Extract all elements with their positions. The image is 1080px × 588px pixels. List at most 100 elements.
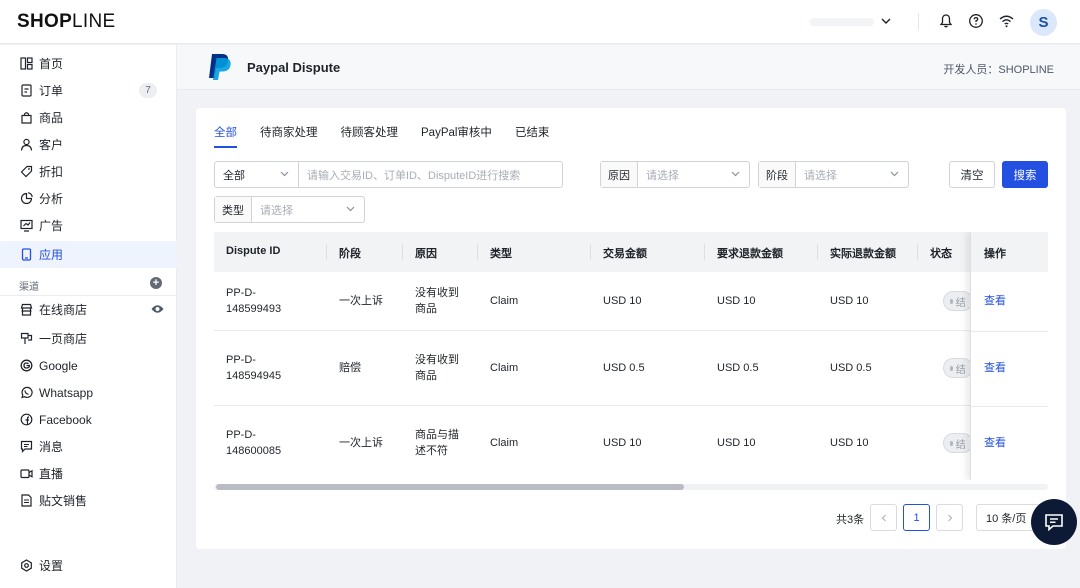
sidebar-item-messages[interactable]: 消息	[0, 433, 177, 460]
status-badge: 已结束	[943, 358, 973, 378]
sidebar-item-products[interactable]: 商品	[0, 104, 177, 131]
chevron-right-icon	[947, 514, 952, 521]
store-icon	[19, 303, 33, 317]
sidebar-item-label: 订单	[39, 84, 64, 98]
reason-select[interactable]: 原因 请选择	[600, 161, 750, 188]
reason-cell: 没有收到 商品	[415, 285, 459, 317]
chevron-down-icon	[730, 168, 741, 182]
search-input[interactable]: 请输入交易ID、订单ID、DisputeID进行搜索	[298, 161, 563, 188]
eye-icon[interactable]	[151, 303, 164, 317]
sidebar-item-customers[interactable]: 客户	[0, 131, 177, 158]
top-bar: SHOPLINE S	[0, 0, 1080, 44]
column-header: 要求退款金额	[717, 248, 783, 260]
sidebar-item-label: 分析	[39, 192, 64, 206]
table-row: PP-D- 148600085 一次上诉 商品与描 述不符 Claim USD 10…	[214, 406, 1048, 480]
tab-closed[interactable]: 已结束	[515, 124, 550, 148]
store-selector[interactable]	[806, 12, 896, 32]
actual-refund-cell: USD 10	[830, 295, 869, 307]
chart-icon	[19, 192, 33, 206]
dispute-id-cell[interactable]: PP-D- 148599493	[226, 285, 281, 317]
sidebar-item-analytics[interactable]: 分析	[0, 185, 177, 212]
clear-button[interactable]: 清空	[949, 161, 995, 188]
sidebar-item-whatsapp[interactable]: Whatsapp	[0, 379, 177, 406]
dispute-id-cell[interactable]: PP-D- 148600085	[226, 427, 281, 459]
sidebar-item-label: Whatsapp	[39, 385, 94, 400]
view-link[interactable]: 查看	[984, 435, 1006, 451]
reason-part: 商品	[415, 303, 437, 315]
sidebar-item-online-store[interactable]: 在线商店	[0, 296, 177, 323]
column-header: 原因	[415, 248, 437, 260]
requested-refund-cell: USD 10	[717, 295, 756, 307]
type-placeholder: 请选择	[260, 204, 293, 217]
actual-refund-cell: USD 0.5	[830, 362, 872, 374]
sidebar: 首页 订单 7 商品 客户 折扣 分析 广告 应用 渠道 + 在线商店 一页商店	[0, 45, 177, 588]
prev-page-button[interactable]	[870, 504, 897, 531]
sidebar-item-post-sales[interactable]: 贴文销售	[0, 487, 177, 514]
status-tabs: 全部 待商家处理 待顾客处理 PayPal审核中 已结束	[214, 124, 572, 148]
dispute-table: Dispute ID 阶段 原因 类型 交易金额 要求退款金额 实际退款金额 状…	[214, 232, 1048, 480]
help-icon[interactable]	[966, 11, 986, 31]
reason-part: 商品	[415, 370, 437, 382]
store-name-placeholder	[810, 18, 874, 26]
amount-cell: USD 0.5	[603, 362, 645, 374]
tab-merchant-pending[interactable]: 待商家处理	[260, 124, 318, 148]
sidebar-item-orders[interactable]: 订单 7	[0, 77, 177, 104]
reason-part: 述不符	[415, 445, 448, 457]
bell-icon[interactable]	[936, 11, 956, 31]
dispute-id-part: 148594945	[226, 370, 282, 382]
sidebar-item-google[interactable]: Google	[0, 352, 177, 379]
developer-label: 开发人员：SHOPLINE	[943, 64, 1054, 76]
sidebar-item-label: 应用	[39, 248, 64, 262]
view-link[interactable]: 查看	[984, 293, 1006, 309]
view-link[interactable]: 查看	[984, 360, 1006, 376]
tab-paypal-review[interactable]: PayPal审核中	[421, 124, 492, 148]
column-divider	[477, 244, 478, 260]
sidebar-item-settings[interactable]: 设置	[0, 552, 177, 579]
sidebar-item-label: 在线商店	[39, 303, 88, 317]
dispute-id-part: 148600085	[226, 445, 282, 457]
column-divider	[326, 244, 327, 260]
dispute-list-card: 全部 待商家处理 待顾客处理 PayPal审核中 已结束 全部 请输入交易ID、…	[196, 108, 1066, 549]
sidebar-item-label: 消息	[39, 440, 64, 454]
dispute-id-cell[interactable]: PP-D- 148594945	[226, 352, 281, 384]
chevron-down-icon	[880, 15, 892, 30]
row-divider	[971, 331, 1048, 332]
shopline-logo[interactable]: SHOPLINE	[17, 11, 116, 33]
stage-select[interactable]: 阶段 请选择	[758, 161, 909, 188]
stage-cell: 赔偿	[339, 362, 361, 374]
sidebar-item-one-page-store[interactable]: 一页商店	[0, 325, 177, 352]
page-number-button[interactable]: 1	[903, 504, 930, 531]
status-badge: 已结束	[943, 291, 973, 311]
reason-label: 原因	[601, 162, 638, 187]
sidebar-item-apps[interactable]: 应用	[0, 241, 177, 268]
sidebar-item-ads[interactable]: 广告	[0, 212, 177, 239]
action-column-header: 操作	[971, 232, 1048, 272]
sidebar-item-home[interactable]: 首页	[0, 50, 177, 77]
channels-title: 渠道	[19, 282, 39, 293]
column-header: Dispute ID	[226, 245, 281, 257]
horizontal-scrollbar[interactable]	[214, 484, 1048, 490]
sidebar-item-label: Google	[39, 358, 78, 373]
tab-all[interactable]: 全部	[214, 124, 237, 148]
fixed-action-column: 操作 查看 查看 查看	[970, 232, 1048, 480]
row-divider	[971, 406, 1048, 407]
sidebar-item-facebook[interactable]: Facebook	[0, 406, 177, 433]
reason-cell: 商品与描 述不符	[415, 427, 459, 459]
sidebar-item-discounts[interactable]: 折扣	[0, 158, 177, 185]
wifi-icon[interactable]	[996, 11, 1016, 31]
avatar[interactable]: S	[1030, 9, 1057, 36]
chat-button[interactable]	[1031, 499, 1077, 545]
next-page-button[interactable]	[936, 504, 963, 531]
scrollbar-thumb[interactable]	[216, 484, 684, 490]
scope-select[interactable]: 全部	[214, 161, 299, 188]
facebook-icon	[19, 413, 33, 427]
search-button[interactable]: 搜索	[1002, 161, 1048, 188]
type-cell: Claim	[490, 295, 519, 307]
add-channel-icon[interactable]: +	[150, 277, 162, 289]
sidebar-item-live[interactable]: 直播	[0, 460, 177, 487]
type-select[interactable]: 类型 请选择	[214, 196, 365, 223]
tab-customer-pending[interactable]: 待顾客处理	[341, 124, 399, 148]
requested-refund-cell: USD 10	[717, 437, 756, 449]
chevron-down-icon	[279, 168, 290, 182]
scope-select-value: 全部	[223, 169, 245, 182]
